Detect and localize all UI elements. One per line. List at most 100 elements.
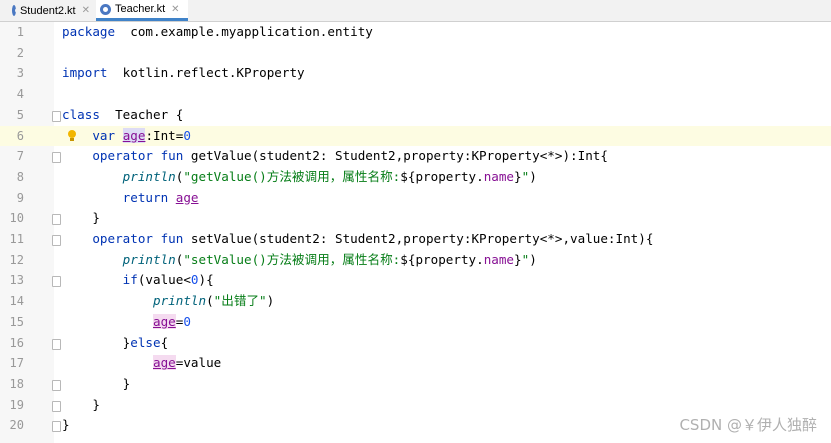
code-text[interactable]: if(value<0){ <box>62 270 214 291</box>
code-token: 0 <box>190 272 199 288</box>
code-line[interactable]: 7 operator fun getValue(student2: Studen… <box>0 146 831 167</box>
code-token: ${property. <box>400 251 484 267</box>
code-line[interactable]: 16 }else{ <box>0 333 831 354</box>
fold-marker-icon[interactable] <box>52 276 61 288</box>
code-line[interactable]: 17 age=value <box>0 353 831 374</box>
fold-marker-icon[interactable] <box>52 338 61 350</box>
code-line[interactable]: 10 } <box>0 208 831 229</box>
code-token: } <box>514 251 522 267</box>
code-text[interactable]: operator fun setValue(student2: Student2… <box>62 229 653 250</box>
code-line[interactable]: 11 operator fun setValue(student2: Stude… <box>0 229 831 250</box>
code-text[interactable]: println("setValue()方法被调用，属性名称:${property… <box>62 250 537 271</box>
code-token: } <box>62 210 100 226</box>
close-icon[interactable]: ✕ <box>171 4 179 15</box>
code-token: name <box>483 168 515 184</box>
code-text[interactable]: } <box>62 415 70 436</box>
code-token: { <box>160 334 169 350</box>
code-line[interactable]: 18 } <box>0 374 831 395</box>
code-line[interactable]: 15 age=0 <box>0 312 831 333</box>
tab-teacher[interactable]: Teacher.kt ✕ <box>96 0 188 21</box>
code-token: else <box>130 334 161 350</box>
code-token: } <box>62 417 70 433</box>
code-line[interactable]: 6 var age:Int=0 <box>0 125 831 147</box>
code-token: } <box>62 396 100 412</box>
code-text[interactable]: class Teacher { <box>62 105 183 126</box>
fold-marker-icon[interactable] <box>52 214 61 226</box>
code-text[interactable]: age=value <box>62 353 221 374</box>
line-number: 5 <box>16 107 24 122</box>
fold-marker-icon[interactable] <box>52 110 61 122</box>
code-token: println <box>122 251 176 267</box>
line-number: 3 <box>16 66 24 81</box>
code-text[interactable]: } <box>62 208 100 229</box>
code-token: :Int= <box>145 127 184 143</box>
code-token: ) <box>529 168 537 184</box>
line-number: 18 <box>9 376 24 391</box>
code-token: import <box>62 65 108 81</box>
code-token: Teacher { <box>99 106 184 122</box>
code-token: } <box>62 375 131 391</box>
code-text[interactable]: println("getValue()方法被调用，属性名称:${property… <box>62 167 537 188</box>
code-token: println <box>122 168 176 184</box>
line-number: 8 <box>16 169 24 184</box>
code-token: var <box>92 127 123 143</box>
code-line[interactable]: 9 return age <box>0 188 831 209</box>
code-line[interactable]: 3 import kotlin.reflect.KProperty <box>0 63 831 84</box>
code-line[interactable]: 2 <box>0 43 831 64</box>
tab-label: Teacher.kt <box>115 3 166 15</box>
line-number: 9 <box>16 190 24 205</box>
code-token: ){ <box>198 272 214 288</box>
code-token: class <box>62 106 100 122</box>
code-line[interactable]: 19 } <box>0 395 831 416</box>
code-token: operator fun <box>92 148 191 164</box>
line-number: 4 <box>16 87 24 102</box>
line-number: 19 <box>9 397 24 412</box>
code-token: "setValue()方法被调用，属性名称: <box>183 251 401 267</box>
code-token: setValue(student2: Student2,property:KPr… <box>190 231 654 246</box>
code-token: age <box>153 313 176 329</box>
code-text[interactable]: var age:Int=0 <box>62 126 191 147</box>
code-text[interactable]: import kotlin.reflect.KProperty <box>62 63 305 84</box>
kotlin-file-icon <box>12 5 20 16</box>
line-number: 10 <box>9 211 24 226</box>
code-text[interactable]: operator fun getValue(student2: Student2… <box>62 146 608 167</box>
code-text[interactable]: age=0 <box>62 312 191 333</box>
line-number: 1 <box>16 25 24 39</box>
fold-marker-icon[interactable] <box>52 235 61 246</box>
fold-marker-icon[interactable] <box>52 421 61 433</box>
code-line[interactable]: 13 if(value<0){ <box>0 270 831 291</box>
line-number: 16 <box>9 335 24 350</box>
code-text[interactable]: }else{ <box>62 333 169 354</box>
code-token: age <box>175 189 199 205</box>
tab-student2[interactable]: Student2.kt ✕ <box>8 0 90 21</box>
code-line[interactable]: 14 println("出错了") <box>0 291 831 312</box>
code-line[interactable]: 4 <box>0 84 831 105</box>
fold-marker-icon[interactable] <box>52 379 61 391</box>
fold-marker-icon[interactable] <box>52 152 61 164</box>
code-line[interactable]: 12 println("setValue()方法被调用，属性名称:${prope… <box>0 250 831 271</box>
close-icon[interactable]: ✕ <box>82 5 90 16</box>
code-text[interactable]: println("出错了") <box>62 291 274 312</box>
code-token: ) <box>529 251 537 267</box>
code-line[interactable]: 1 package com.example.myapplication.entit… <box>0 22 831 43</box>
code-token: "出错了" <box>213 293 267 309</box>
code-line[interactable]: 8 println("getValue()方法被调用，属性名称:${proper… <box>0 167 831 188</box>
editor-tab-bar: Student2.kt ✕ Teacher.kt ✕ <box>0 0 831 22</box>
code-text[interactable]: return age <box>62 188 199 209</box>
code-token: (value< <box>137 272 191 288</box>
code-text[interactable]: } <box>62 395 100 416</box>
line-number: 12 <box>9 252 24 267</box>
lightbulb-icon[interactable] <box>68 129 76 141</box>
line-number: 2 <box>16 45 24 60</box>
code-line[interactable]: 5 class Teacher { <box>0 105 831 126</box>
code-text[interactable]: } <box>62 374 131 395</box>
line-number: 20 <box>9 418 24 433</box>
fold-marker-icon[interactable] <box>52 400 61 412</box>
code-text[interactable]: package com.example.myapplication.entity <box>62 22 373 43</box>
